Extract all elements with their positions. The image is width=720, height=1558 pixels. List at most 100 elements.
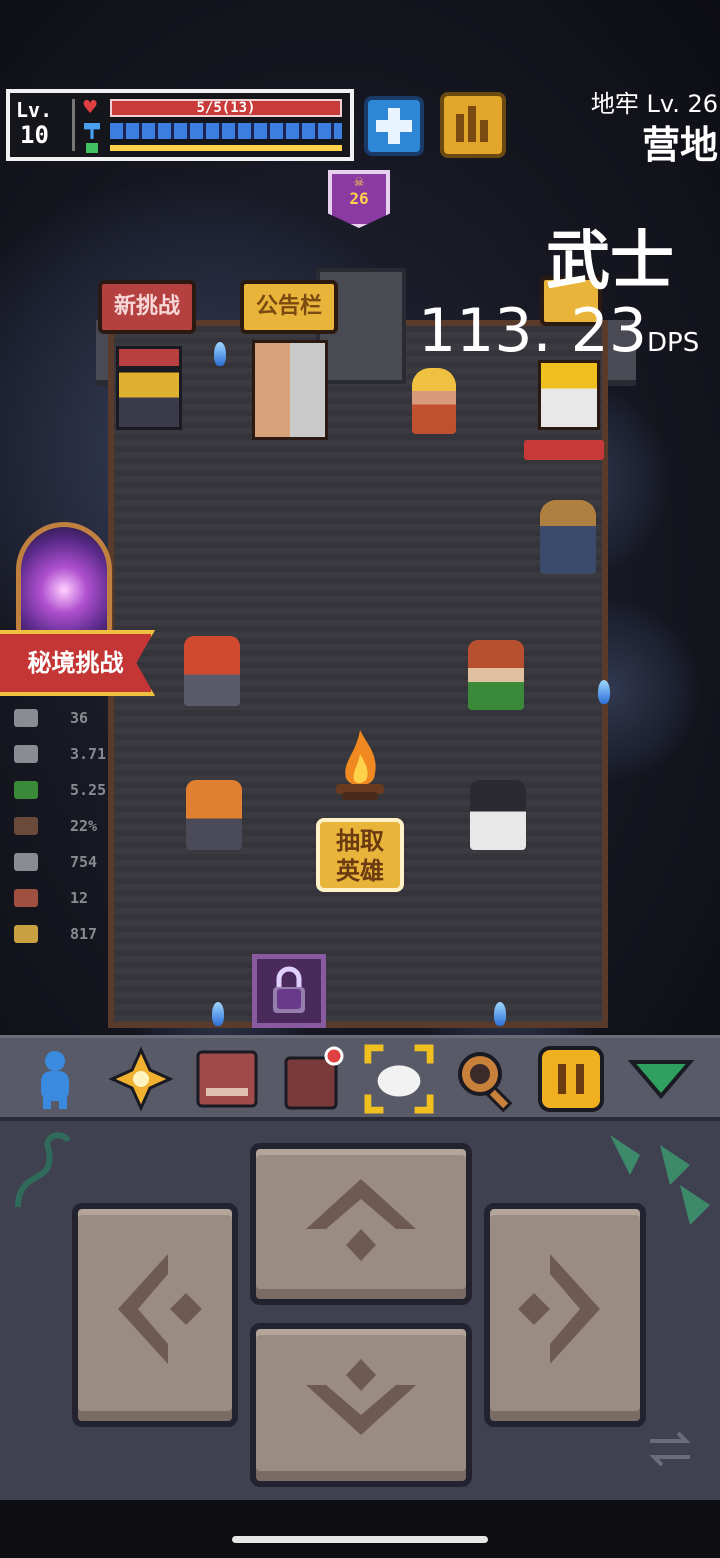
bar-chart-icon [456,106,488,142]
dpad-down-button[interactable] [250,1323,472,1487]
crossed-swords-icon [14,709,38,727]
mana-icon [84,123,100,139]
collapse-triangle-icon [627,1060,695,1100]
coin-stack-icon [14,925,38,943]
stat-value: 754 [70,853,98,871]
stat-row: 5.25 [14,772,124,808]
fox-hero[interactable] [184,636,240,706]
key-gray-icon [14,853,38,871]
magnifier-icon [458,1052,513,1113]
stat-row: 22% [14,808,124,844]
xp-bar [110,145,342,151]
challenge-machine[interactable] [116,346,182,430]
maid-hero[interactable] [470,780,526,850]
dungeon-room-floor [108,320,608,1028]
badge-level-text: 26 [349,189,369,208]
torch-icon [494,1002,506,1026]
book-icon [196,1050,258,1108]
dps-unit: DPS [647,328,700,358]
skills-tab[interactable] [106,1044,176,1114]
level-value: 10 [20,121,49,149]
campfire-icon [336,730,384,800]
key-red-icon [14,889,38,907]
stat-row: 12 [14,880,124,916]
dpad-area [0,1117,720,1500]
chevron-left-icon [118,1254,202,1364]
new-challenge-sign[interactable]: 新挑战 [98,280,196,334]
heroes-tab[interactable] [20,1044,90,1114]
secret-portal-icon[interactable] [16,522,112,632]
collapse-button[interactable] [626,1044,696,1114]
locked-chest[interactable] [252,954,326,1028]
stat-value: 22% [70,817,98,835]
mana-bar [110,123,342,139]
system-bar [0,1500,720,1558]
hero-figure-icon [41,1051,69,1109]
sword-icon [14,745,38,763]
chevron-up-icon [306,1179,416,1261]
dwarf-hero[interactable] [186,780,242,850]
stat-row: 36 [14,700,124,736]
blonde-hero-npc[interactable] [412,368,456,434]
boot-icon [14,781,38,799]
inventory-tab[interactable] [278,1044,348,1114]
dpad-up-button[interactable] [250,1143,472,1305]
dpad-left-button[interactable] [72,1203,238,1427]
chevron-right-icon [518,1254,600,1364]
level-box: Lv. 10 [16,99,75,151]
area-name: 营地 [641,123,718,167]
stats-list: 36 3.71 5.25 22% 754 12 817 [14,700,124,952]
pause-button[interactable] [536,1044,606,1114]
secret-challenge-button[interactable]: 秘境挑战 [0,630,155,696]
ranking-button[interactable] [440,92,506,158]
game-view[interactable]: 抽取 英雄 新挑战 公告栏 ☠ 26 Lv. 10 ♥ 5/5(13) 地牢 L… [0,0,720,1035]
stat-value: 5.25 [70,781,107,799]
dungeon-level-badge[interactable]: ☠ 26 [328,170,390,228]
vine-decoration-icon [15,1132,71,1208]
xp-icon [86,143,98,153]
expand-frame-icon [364,1044,434,1114]
hero-class-title: 武士 [546,225,674,299]
skull-icon: ☠ [353,175,365,189]
player-status-panel: Lv. 10 ♥ 5/5(13) [6,89,354,161]
pause-icon [538,1046,604,1112]
dps-readout: 113. 23DPS [418,296,699,366]
dps-value: 113. 23 [418,296,648,366]
swordswoman-hero[interactable] [468,640,524,710]
lock-icon [273,966,305,1013]
codex-tab[interactable] [192,1044,262,1114]
notification-dot [324,1046,344,1066]
hp-bar: 5/5(13) [110,99,342,117]
bottom-toolbar [0,1035,720,1117]
add-button[interactable] [364,96,424,156]
home-indicator[interactable] [232,1536,488,1543]
stat-value: 12 [70,889,89,907]
hp-text: 5/5(13) [196,100,256,116]
stat-row: 817 [14,916,124,952]
fullscreen-tab[interactable] [364,1044,434,1114]
crowned-chest-npc[interactable] [538,360,600,430]
stat-value: 817 [70,925,98,943]
red-weapon-rack [524,440,604,460]
plus-icon-bar [376,120,412,132]
bag-icon [284,1046,344,1110]
bulletin-board-sign[interactable]: 公告栏 [240,280,338,334]
stat-value: 36 [70,709,89,727]
stat-value: 3.71 [70,745,107,763]
heart-icon: ♥ [82,97,99,118]
level-label: Lv. [16,98,53,122]
torch-icon [214,342,226,366]
stat-row: 3.71 [14,736,124,772]
sparkle-icon [108,1046,174,1112]
draw-hero-button[interactable]: 抽取 英雄 [316,818,404,892]
dpad-right-button[interactable] [484,1203,646,1427]
search-tab[interactable] [450,1044,520,1114]
stat-row: 754 [14,844,124,880]
chevron-down-icon [306,1359,416,1435]
torch-icon [212,1002,224,1026]
scarecrow-npc[interactable] [540,500,596,574]
shield-round-icon [14,817,38,835]
bulletin-npc[interactable] [252,340,328,440]
torch-icon [598,680,610,704]
swap-arrows-icon[interactable] [646,1427,694,1471]
